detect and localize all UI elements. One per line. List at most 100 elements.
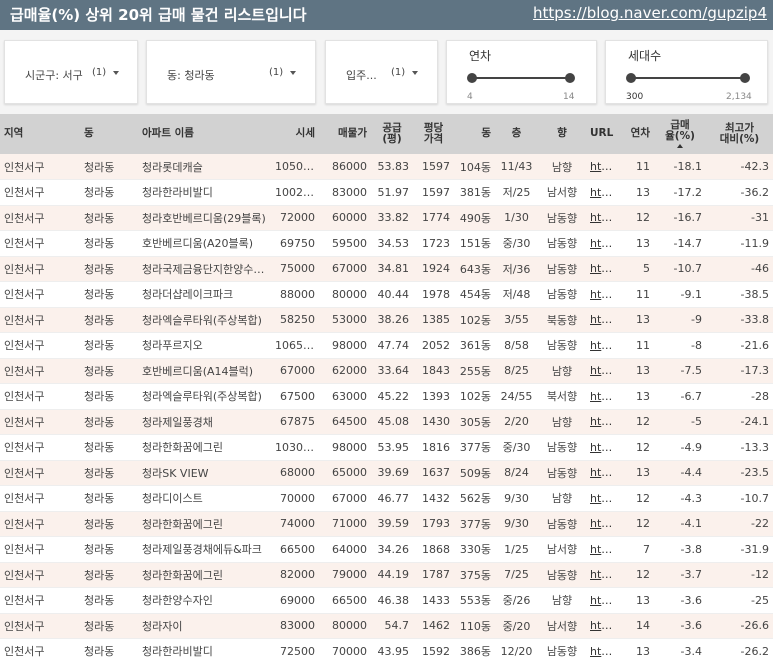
column-header-price-per-pyeong[interactable]: 평당 가격 [413,114,454,154]
year-slider-min-handle[interactable] [467,73,477,83]
cell-market-price: 68000 [271,460,319,486]
cell-floor: 저/36 [495,256,538,282]
listing-url-link[interactable]: https:// [586,281,618,308]
column-header-apartment-name[interactable]: 아파트 이름 [138,114,271,154]
column-header-building[interactable]: 동 [454,114,495,154]
cell-years: 7 [618,536,654,563]
column-header-years[interactable]: 연차 [618,114,654,154]
cell-building: 377동 [454,434,495,461]
listing-url-link[interactable]: https:// [586,434,618,461]
cell-vs-peak: -46 [706,256,773,282]
cell-years: 12 [618,562,654,588]
cell-discount-rate: -3.7 [654,562,706,588]
table-row: 인천서구 청라동 청라호반베르디움(29블록) 72000 60000 33.82 1774… [0,205,773,231]
cell-dong: 청라동 [80,562,138,588]
listing-url-link[interactable]: https:// [586,256,618,282]
listing-url-link[interactable]: https:// [586,205,618,231]
cell-region: 인천서구 [0,587,80,614]
column-header-url[interactable]: URL [586,114,618,154]
cell-direction: 남동향 [538,205,586,231]
cell-region: 인천서구 [0,281,80,308]
households-slider-min-handle[interactable] [626,73,636,83]
listing-url-link[interactable]: https:// [586,562,618,588]
cell-apartment-name: 청라제일풍경채 [138,409,271,435]
cell-apartment-name: 청라호반베르디움(29블록) [138,205,271,231]
blog-link[interactable]: https://blog.naver.com/gupzip4 [533,4,767,22]
column-header-vs-peak[interactable]: 최고가 대비(%) [706,114,773,154]
cell-listing-price: 60000 [319,205,371,231]
column-header-supply-pyeong[interactable]: 공급 (평) [371,114,413,154]
column-header-discount-rate[interactable]: 급매 율(%) [654,114,706,154]
cell-apartment-name: 호반베르디움(A20블록) [138,230,271,257]
column-header-floor[interactable]: 층 [495,114,538,154]
listing-url-link[interactable]: https:// [586,587,618,614]
cell-floor: 3/55 [495,307,538,333]
cell-market-price: 72500 [271,638,319,664]
listing-url-link[interactable]: https:// [586,307,618,333]
cell-market-price: 58250 [271,307,319,333]
cell-years: 11 [618,332,654,359]
sigungu-dropdown[interactable]: 시군구: 서구 (1) [4,40,138,104]
listing-url-link[interactable]: https:// [586,485,618,512]
cell-supply-pyeong: 43.95 [371,638,413,664]
cell-discount-rate: -9.1 [654,281,706,308]
cell-market-price: 106500 [271,332,319,359]
year-slider-max-handle[interactable] [565,73,575,83]
cell-listing-price: 64000 [319,536,371,563]
cell-direction: 남향 [538,154,586,180]
cell-direction: 남동향 [538,281,586,308]
listing-url-link[interactable]: https:// [586,332,618,359]
cell-dong: 청라동 [80,281,138,308]
listing-url-link[interactable]: https:// [586,511,618,537]
listing-url-link[interactable]: https:// [586,358,618,384]
cell-direction: 남동향 [538,256,586,282]
listing-url-link[interactable]: https:// [586,613,618,639]
cell-vs-peak: -22 [706,511,773,537]
cell-listing-price: 66500 [319,587,371,614]
listing-url-link[interactable]: https:// [586,638,618,664]
cell-supply-pyeong: 34.81 [371,256,413,282]
cell-supply-pyeong: 38.26 [371,307,413,333]
ipju-dropdown[interactable]: 입주... (1) [325,40,438,104]
cell-supply-pyeong: 34.53 [371,230,413,257]
cell-years: 14 [618,613,654,639]
cell-dong: 청라동 [80,587,138,614]
cell-market-price: 66500 [271,536,319,563]
column-header-region[interactable]: 지역 [0,114,80,154]
cell-vs-peak: -17.3 [706,358,773,384]
dong-dropdown[interactable]: 동: 청라동 (1) [146,40,316,104]
column-header-text: 동 [481,127,491,140]
column-header-listing-price[interactable]: 매물가 [319,114,371,154]
table-row: 인천서구 청라동 청라한화꿈에그린 74000 71000 39.59 1793 377동 9/… [0,511,773,537]
cell-market-price: 69000 [271,587,319,614]
column-header-market-price[interactable]: 시세 [271,114,319,154]
listing-url-link[interactable]: https:// [586,409,618,435]
listing-url-link[interactable]: https:// [586,230,618,257]
cell-region: 인천서구 [0,332,80,359]
cell-price-per-pyeong: 1843 [413,358,454,384]
listing-url-link[interactable]: https:// [586,536,618,563]
listing-url-link[interactable]: https:// [586,179,618,206]
cell-years: 12 [618,205,654,231]
cell-discount-rate: -18.1 [654,154,706,180]
year-slider-track[interactable] [471,77,571,79]
cell-supply-pyeong: 46.77 [371,485,413,512]
table-row: 인천서구 청라동 호반베르디움(A20블록) 69750 59500 34.53 1723 1… [0,230,773,257]
cell-price-per-pyeong: 1432 [413,485,454,512]
cell-supply-pyeong: 34.26 [371,536,413,563]
listing-url-link[interactable]: https:// [586,383,618,410]
cell-region: 인천서구 [0,409,80,435]
households-slider-track[interactable] [630,77,746,79]
cell-discount-rate: -4.4 [654,460,706,486]
listing-url-link[interactable]: https:// [586,154,618,180]
cell-years: 13 [618,383,654,410]
households-slider-max-handle[interactable] [740,73,750,83]
column-header-direction[interactable]: 향 [538,114,586,154]
cell-floor: 중/30 [495,230,538,257]
cell-direction: 남동향 [538,511,586,537]
column-header-text: 시세 [295,127,315,140]
cell-dong: 청라동 [80,256,138,282]
cell-direction: 남향 [538,409,586,435]
column-header-dong[interactable]: 동 [80,114,138,154]
listing-url-link[interactable]: https:// [586,460,618,486]
